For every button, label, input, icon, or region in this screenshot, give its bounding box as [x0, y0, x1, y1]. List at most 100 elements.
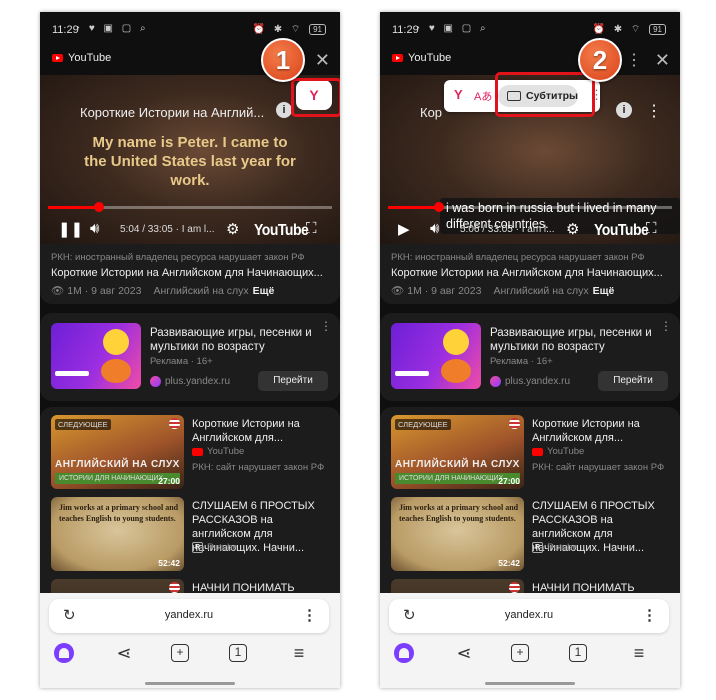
new-tab-icon[interactable]: +: [511, 644, 529, 662]
ad-go-button[interactable]: Перейти: [258, 371, 328, 391]
system-icons: ⏰ ✱ ⌔ 91: [593, 23, 666, 36]
us-flag-icon: [169, 582, 180, 593]
close-player-button[interactable]: ✕: [655, 50, 670, 71]
new-tab-icon[interactable]: +: [171, 644, 189, 662]
video-timecode: 5:06 / 33:05 · I am l...: [460, 224, 555, 235]
rutube-icon: R: [532, 542, 543, 553]
video-full-title[interactable]: Короткие Истории на Английском для Начин…: [51, 267, 323, 279]
related-video-title[interactable]: Короткие Истории на Английском для...: [192, 417, 332, 445]
video-info-panel: РКН: иностранный владелец ресурса наруша…: [380, 244, 680, 304]
translate-icon[interactable]: Aあ: [474, 88, 492, 104]
video-meta: 👁︎ 1M · 9 авг 2023 Английский на слух Ещё: [51, 284, 274, 297]
yandex-logo-icon[interactable]: Y: [454, 87, 463, 102]
youtube-brand-button[interactable]: YouTube: [254, 220, 309, 238]
share-icon[interactable]: ⋖: [112, 641, 136, 665]
related-video-item[interactable]: СЛЕДУЮЩЕЕ АНГЛИЙСКИЙ НА СЛУХ ИСТОРИИ ДЛЯ Н…: [380, 415, 680, 491]
video-source: R Rutube: [532, 542, 578, 553]
ad-card[interactable]: Развивающие игры, песенки и мультики по …: [380, 313, 680, 401]
step-badge: 1: [261, 38, 305, 82]
ad-more-icon[interactable]: ⋮: [660, 319, 672, 333]
highlight-box: [495, 72, 595, 117]
yandex-plus-icon: [490, 376, 501, 387]
related-videos-list: СЛЕДУЮЩЕЕ АНГЛИЙСКИЙ НА СЛУХ ИСТОРИИ ДЛЯ Н…: [40, 407, 340, 653]
ad-card[interactable]: Развивающие игры, песенки и мультики по …: [40, 313, 340, 401]
address-url[interactable]: yandex.ru: [49, 609, 329, 621]
video-progress-bar[interactable]: [388, 206, 672, 209]
related-video-title[interactable]: Короткие Истории на Английском для...: [532, 417, 672, 445]
related-video-item[interactable]: СЛЕДУЮЩЕЕ АНГЛИЙСКИЙ НА СЛУХ ИСТОРИИ ДЛЯ Н…: [40, 415, 340, 491]
channel-name[interactable]: Английский на слух: [153, 285, 248, 297]
ad-source-domain: plus.yandex.ru: [505, 376, 571, 387]
video-thumbnail[interactable]: СЛЕДУЮЩЕЕ АНГЛИЙСКИЙ НА СЛУХ ИСТОРИИ ДЛЯ Н…: [391, 415, 524, 489]
browser-menu-icon[interactable]: ⋮: [642, 606, 657, 624]
player-controls: ❚❚ 🔊︎ 5:04 / 33:05 · I am l... ⚙ YouTube ⛶: [40, 220, 340, 240]
phone-screen-2: 11:29 ◔ ♥ ▣ ▢ ⌕ ⏰ ✱ ⌔ 91 YouTube ✕ ⋮ Кор i i was…: [380, 12, 680, 688]
video-info-icon[interactable]: i: [616, 102, 632, 118]
browser-bottom-bar: ↻ yandex.ru ⋮ ⋖ +1 ≡: [380, 593, 680, 688]
ad-source-domain: plus.yandex.ru: [165, 376, 231, 387]
ad-title[interactable]: Развивающие игры, песенки и мультики по …: [150, 326, 330, 354]
ad-go-button[interactable]: Перейти: [598, 371, 668, 391]
more-link[interactable]: Ещё: [593, 285, 615, 297]
more-options-button[interactable]: ⋮: [626, 50, 642, 70]
close-player-button[interactable]: ✕: [315, 50, 330, 71]
video-thumbnail[interactable]: СЛЕДУЮЩЕЕ АНГЛИЙСКИЙ НА СЛУХ ИСТОРИИ ДЛЯ Н…: [51, 415, 184, 489]
address-url[interactable]: yandex.ru: [389, 609, 669, 621]
alice-assistant-icon[interactable]: [54, 643, 74, 663]
youtube-icon: [532, 447, 543, 456]
home-indicator[interactable]: [145, 682, 235, 685]
more-link[interactable]: Ещё: [253, 285, 275, 297]
settings-gear-icon[interactable]: ⚙: [226, 220, 239, 238]
address-bar[interactable]: ↻ yandex.ru ⋮: [49, 599, 329, 633]
fullscreen-icon[interactable]: ⛶: [306, 220, 317, 237]
volume-icon[interactable]: 🔊︎: [430, 220, 439, 237]
ad-thumbnail[interactable]: [391, 323, 481, 389]
menu-hamburger-icon[interactable]: ≡: [627, 641, 651, 665]
alice-assistant-icon[interactable]: [394, 643, 414, 663]
ad-thumbnail[interactable]: [51, 323, 141, 389]
video-more-icon[interactable]: ⋮: [646, 101, 662, 121]
notification-icons: ◔ ♥ ▣ ▢ ⌕: [414, 23, 489, 34]
share-icon[interactable]: ⋖: [452, 641, 476, 665]
browser-menu-icon[interactable]: ⋮: [302, 606, 317, 624]
channel-name[interactable]: Английский на слух: [493, 285, 588, 297]
browser-bottom-bar: ↻ yandex.ru ⋮ ⋖ +1 ≡: [40, 593, 340, 688]
video-info-icon[interactable]: i: [276, 102, 292, 118]
next-badge: СЛЕДУЮЩЕЕ: [55, 419, 111, 430]
video-full-title[interactable]: Короткие Истории на Английском для Начин…: [391, 267, 663, 279]
volume-icon[interactable]: 🔊︎: [90, 220, 99, 237]
ad-more-icon[interactable]: ⋮: [320, 319, 332, 333]
notification-icons: ◔ ♥ ▣ ▢ ⌕: [74, 23, 149, 34]
youtube-logo-icon: [392, 54, 403, 62]
video-title: Короткие Истории на Англий...: [80, 105, 265, 120]
youtube-brand-button[interactable]: YouTube: [594, 220, 649, 238]
settings-gear-icon[interactable]: ⚙: [566, 220, 579, 238]
thumbnail-overlay-text: АНГЛИЙСКИЙ НА СЛУХ: [55, 459, 180, 470]
fullscreen-icon[interactable]: ⛶: [646, 220, 657, 237]
video-thumbnail[interactable]: Jim works at a primary school and teache…: [51, 497, 184, 571]
pause-icon[interactable]: ❚❚: [58, 220, 83, 238]
video-burned-subtitle: My name is Peter. I came to the United S…: [84, 134, 296, 189]
home-indicator[interactable]: [485, 682, 575, 685]
video-source-name: YouTube: [547, 446, 585, 457]
views-eye-icon: 👁︎: [391, 285, 408, 297]
rkn-warning: РКН: иностранный владелец ресурса наруша…: [391, 252, 645, 263]
video-progress-bar[interactable]: [48, 206, 332, 209]
progress-knob[interactable]: [94, 202, 105, 212]
ad-label: Реклама · 16+: [490, 356, 553, 367]
video-thumbnail[interactable]: Jim works at a primary school and teache…: [391, 497, 524, 571]
ad-title[interactable]: Развивающие игры, песенки и мультики по …: [490, 326, 670, 354]
address-bar[interactable]: ↻ yandex.ru ⋮: [389, 599, 669, 633]
play-icon[interactable]: ▶: [398, 220, 410, 238]
related-video-item[interactable]: Jim works at a primary school and teache…: [40, 497, 340, 573]
video-info-panel: РКН: иностранный владелец ресурса наруша…: [40, 244, 340, 304]
player-controls: ▶ 🔊︎ 5:06 / 33:05 · I am l... ⚙ YouTube ⛶: [380, 220, 680, 240]
tabs-count-icon[interactable]: 1: [569, 644, 587, 662]
tabs-count-icon[interactable]: 1: [229, 644, 247, 662]
ad-thumbnail-button-image: [55, 371, 89, 376]
menu-hamburger-icon[interactable]: ≡: [287, 641, 311, 665]
video-source: R Rutube: [192, 542, 238, 553]
video-source-name: Rutube: [207, 542, 238, 553]
related-video-item[interactable]: Jim works at a primary school and teache…: [380, 497, 680, 573]
video-source-name: YouTube: [207, 446, 245, 457]
